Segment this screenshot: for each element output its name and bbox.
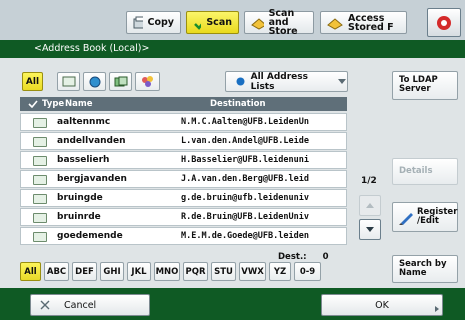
chevron-down-icon [338,79,347,84]
copy-icon [133,16,143,28]
alpha-key-def[interactable]: DEF [72,262,97,281]
row-destination: g.de.bruin@ufb.leidenuniv [181,193,309,203]
filter-group-button[interactable] [109,72,132,91]
row-destination: R.de.Bruin@UFB.LeidenUniv [181,212,309,222]
tab-scan-label: Scan [206,17,232,28]
table-header: Type Name Destination [20,97,347,111]
scan-store-icon [251,17,264,30]
page-title: <Address Book (Local)> [0,40,465,58]
alpha-key-digits[interactable]: 0-9 [294,262,321,281]
row-destination: N.M.C.Aalten@UFB.LeidenUn [181,117,309,127]
row-destination: H.Basselier@UFB.leidenuni [181,155,309,165]
row-name: aaltennmc [57,117,111,127]
page-indicator: 1/2 [361,176,377,186]
tab-copy[interactable]: Copy [126,11,181,34]
close-icon [40,300,50,310]
table-row[interactable]: basselierh H.Basselier@UFB.leidenuni [20,151,347,169]
filter-fax-button[interactable] [57,72,80,91]
group-icon [114,76,127,86]
fax-icon [33,118,47,128]
filter-email-button[interactable] [83,72,106,91]
filter-all-button[interactable]: All [22,72,43,91]
tab-access-stored-files[interactable]: Access Stored F [320,11,407,34]
folder-icon [141,76,153,87]
details-button[interactable]: Details [392,158,458,185]
tab-scan-and-store-label: Scan and Store [268,8,298,37]
column-type: Type [42,99,65,109]
settings-button[interactable] [427,8,461,37]
register-edit-button[interactable]: Register /Edit [392,202,458,232]
table-row[interactable]: bergjavanden J.A.van.den.Berg@UFB.leid [20,170,347,188]
address-book-panel: All All Address Lists Type Name Destinat… [0,58,465,288]
enter-arrow-icon [435,306,439,312]
fax-icon [62,76,75,87]
dest-count-value: 0 [322,252,329,262]
address-list-label: All Address Lists [250,71,308,92]
alpha-key-all[interactable]: All [20,262,41,281]
cancel-button[interactable]: Cancel [30,294,150,316]
fax-icon [33,194,47,204]
fax-icon [33,232,47,242]
checkmark-icon [28,100,38,108]
row-name: bruinrde [57,212,101,222]
alphabet-filter-row: All ABC DEF GHI JKL MNO PQR STU VWX YZ 0… [20,262,321,281]
function-tab-bar: Copy Scan Scan and Store Access Stored F [0,0,465,40]
register-edit-label: Register /Edit [417,207,458,226]
to-ldap-server-button[interactable]: To LDAP Server [392,71,458,100]
ok-button[interactable]: OK [321,294,443,316]
alpha-key-pqr[interactable]: PQR [183,262,208,281]
alpha-key-abc[interactable]: ABC [44,262,69,281]
column-destination: Destination [210,99,266,109]
ok-label: OK [375,299,389,311]
destination-count: Dest.: 0 [278,252,329,262]
table-row[interactable]: bruinrde R.de.Bruin@UFB.LeidenUniv [20,208,347,226]
settings-gear-icon [437,15,451,30]
alpha-key-vwx[interactable]: VWX [239,262,266,281]
row-destination: M.E.M.de.Goede@UFB.leiden [181,231,309,241]
address-list-dropdown[interactable]: All Address Lists [225,71,348,92]
email-globe-icon [89,76,100,87]
alpha-key-stu[interactable]: STU [211,262,236,281]
fax-icon [33,156,47,166]
alpha-key-yz[interactable]: YZ [269,262,291,281]
alpha-key-jkl[interactable]: JKL [127,262,151,281]
scan-checkmark-icon [194,22,202,30]
fax-icon [33,175,47,185]
row-name: bergjavanden [57,174,127,184]
fax-icon [33,213,47,223]
scroll-up-button[interactable] [359,195,381,216]
column-name: Name [65,99,93,109]
access-stored-icon [327,17,343,30]
row-name: basselierh [57,155,110,165]
table-row[interactable]: aaltennmc N.M.C.Aalten@UFB.LeidenUn [20,113,347,131]
search-by-name-button[interactable]: Search by Name [392,255,458,283]
alpha-key-ghi[interactable]: GHI [100,262,124,281]
fax-icon [33,137,47,147]
cancel-label: Cancel [64,299,97,311]
dest-label: Dest.: [278,252,307,262]
table-row[interactable]: andellvanden L.van.den.Andel@UFB.Leide [20,132,347,150]
alpha-key-mno[interactable]: MNO [154,262,180,281]
row-destination: L.van.den.Andel@UFB.Leide [181,136,309,146]
arrow-up-icon [366,203,374,208]
row-destination: J.A.van.den.Berg@UFB.leid [181,174,309,184]
table-row[interactable]: goedemende M.E.M.de.Goede@UFB.leiden [20,227,347,245]
table-row[interactable]: bruingde g.de.bruin@ufb.leidenuniv [20,189,347,207]
address-book-dot-icon [236,77,245,86]
row-name: bruingde [57,193,103,203]
tab-copy-label: Copy [147,17,175,28]
pencil-icon [399,213,413,225]
row-name: goedemende [57,231,123,241]
tab-scan[interactable]: Scan [186,11,239,34]
tab-scan-and-store[interactable]: Scan and Store [244,8,314,37]
bottom-action-bar: Cancel OK [0,288,465,320]
arrow-down-icon [366,227,374,232]
filter-folder-button[interactable] [135,72,160,91]
tab-access-stored-label: Access Stored F [348,12,394,33]
scroll-down-button[interactable] [359,219,381,240]
table-rows: aaltennmc N.M.C.Aalten@UFB.LeidenUn andel… [20,113,347,246]
row-name: andellvanden [57,136,126,146]
